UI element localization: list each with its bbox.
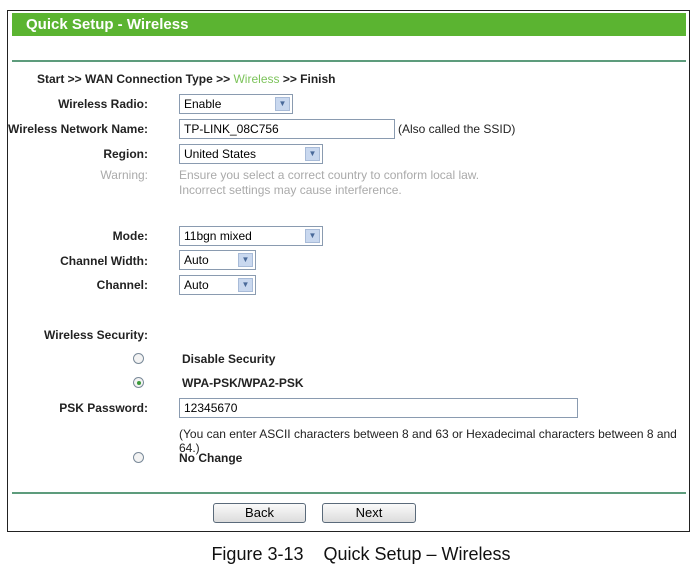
wpa-psk-label: WPA-PSK/WPA2-PSK xyxy=(182,376,304,390)
wpa-psk-radio[interactable] xyxy=(133,377,144,388)
chevron-down-icon: ▼ xyxy=(305,229,320,243)
ssid-hint: (Also called the SSID) xyxy=(398,122,516,136)
disable-security-radio[interactable] xyxy=(133,353,144,364)
breadcrumb-end: >> Finish xyxy=(279,72,336,86)
network-name-label: Wireless Network Name: xyxy=(8,122,148,136)
channel-width-label: Channel Width: xyxy=(60,254,148,268)
network-name-input[interactable]: TP-LINK_08C756 xyxy=(179,119,395,139)
region-select[interactable]: United States ▼ xyxy=(179,144,323,164)
wireless-security-label: Wireless Security: xyxy=(44,328,148,342)
breadcrumb-current: Wireless xyxy=(233,72,280,86)
divider xyxy=(12,60,686,62)
disable-security-label: Disable Security xyxy=(182,352,276,366)
mode-value: 11bgn mixed xyxy=(184,229,252,243)
figure-caption: Figure 3-13 Quick Setup – Wireless xyxy=(211,544,511,564)
warning-line-1: Ensure you select a correct country to c… xyxy=(179,168,480,182)
channel-label: Channel: xyxy=(96,278,148,292)
channel-value: Auto xyxy=(184,278,209,292)
region-label: Region: xyxy=(103,147,148,161)
breadcrumb-start: Start >> WAN Connection Type >> xyxy=(37,72,234,86)
next-button[interactable]: Next xyxy=(322,503,416,523)
psk-hint: (You can enter ASCII characters between … xyxy=(179,427,677,455)
warning-label: Warning: xyxy=(100,168,148,182)
no-change-label: No Change xyxy=(179,451,243,465)
chevron-down-icon: ▼ xyxy=(275,97,290,111)
channel-width-select[interactable]: Auto ▼ xyxy=(179,250,256,270)
wireless-radio-value: Enable xyxy=(184,97,222,111)
channel-select[interactable]: Auto ▼ xyxy=(179,275,256,295)
psk-password-label: PSK Password: xyxy=(59,401,148,415)
page-title: Quick Setup - Wireless xyxy=(12,13,686,36)
chevron-down-icon: ▼ xyxy=(305,147,320,161)
breadcrumb: Start >> WAN Connection Type >> Wireless… xyxy=(37,72,336,86)
no-change-radio[interactable] xyxy=(133,452,144,463)
warning-line-2: Incorrect settings may cause interferenc… xyxy=(179,183,402,197)
back-button[interactable]: Back xyxy=(213,503,306,523)
mode-select[interactable]: 11bgn mixed ▼ xyxy=(179,226,323,246)
mode-label: Mode: xyxy=(112,229,148,243)
psk-password-input[interactable]: 12345670 xyxy=(179,398,578,418)
wireless-radio-select[interactable]: Enable ▼ xyxy=(179,94,293,114)
wireless-radio-label: Wireless Radio: xyxy=(58,97,148,111)
divider xyxy=(12,492,686,494)
chevron-down-icon: ▼ xyxy=(238,253,253,267)
channel-width-value: Auto xyxy=(184,253,209,267)
chevron-down-icon: ▼ xyxy=(238,278,253,292)
region-value: United States xyxy=(184,147,257,161)
